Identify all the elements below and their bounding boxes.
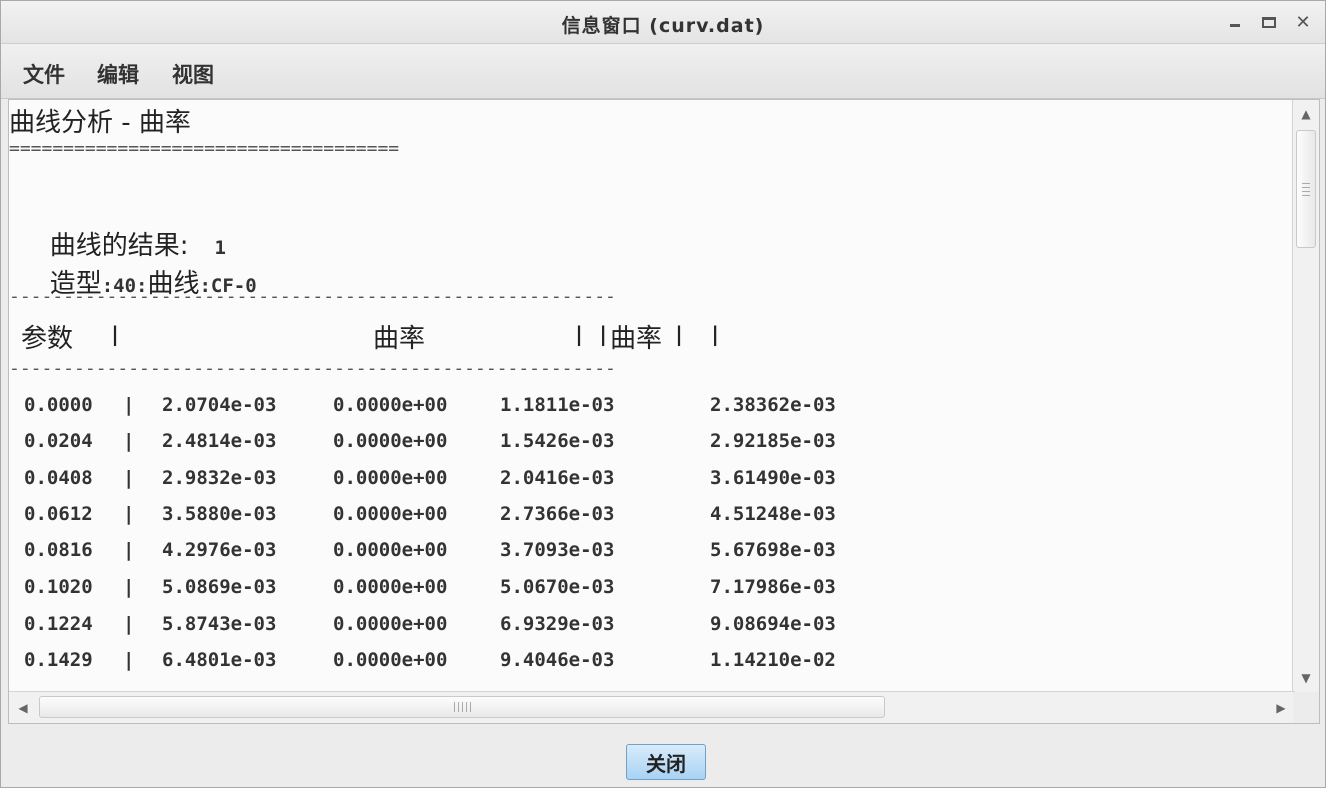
scroll-corner xyxy=(1293,692,1319,723)
cell-c1: 5.0869e-03 xyxy=(162,576,277,598)
cell-c1: 5.8743e-03 xyxy=(162,613,277,635)
maximize-button[interactable] xyxy=(1255,9,1283,35)
cell-c2: 0.0000e+00 xyxy=(333,430,448,452)
cell-c2: 0.0000e+00 xyxy=(333,394,448,416)
grip-line xyxy=(454,702,455,712)
feature-line: 造型:40:曲线:CF-0 xyxy=(9,244,257,319)
info-text-area[interactable]: 曲线分析 - 曲率 ==============================… xyxy=(8,99,1320,724)
cell-c4: 5.67698e-03 xyxy=(710,539,836,561)
info-window: 信息窗口 (curv.dat) ✕ 文件 编辑 视图 曲线分析 - 曲率 ===… xyxy=(0,0,1326,788)
close-window-button[interactable]: ✕ xyxy=(1289,9,1317,35)
cell-bar: | xyxy=(123,430,135,452)
scroll-right-button[interactable]: ▶ xyxy=(1267,692,1295,723)
cell-c2: 0.0000e+00 xyxy=(333,576,448,598)
report-heading: 曲线分析 - 曲率 xyxy=(9,108,191,138)
cell-c3: 1.5426e-03 xyxy=(500,430,615,452)
window-controls: ✕ xyxy=(1221,9,1317,35)
cell-param: 0.0204 xyxy=(24,430,93,452)
cell-c2: 0.0000e+00 xyxy=(333,467,448,489)
cell-c1: 4.2976e-03 xyxy=(162,539,277,561)
cell-param: 0.0612 xyxy=(24,503,93,525)
cell-c3: 5.0670e-03 xyxy=(500,576,615,598)
cell-c1: 3.5880e-03 xyxy=(162,503,277,525)
rule-bottom: ----------------------------------------… xyxy=(9,358,616,379)
grip-line xyxy=(1302,187,1310,188)
maximize-icon xyxy=(1262,16,1276,28)
vertical-scroll-thumb[interactable] xyxy=(1296,130,1316,248)
arrow-down-icon: ▼ xyxy=(1301,671,1311,685)
cell-c4: 4.51248e-03 xyxy=(710,503,836,525)
grip-line xyxy=(458,702,459,712)
cell-c1: 2.0704e-03 xyxy=(162,394,277,416)
cell-c3: 2.7366e-03 xyxy=(500,503,615,525)
scroll-down-button[interactable]: ▼ xyxy=(1293,664,1319,692)
cell-c3: 1.1811e-03 xyxy=(500,394,615,416)
grip-line xyxy=(466,702,467,712)
cell-c1: 2.9832e-03 xyxy=(162,467,277,489)
title-bar[interactable]: 信息窗口 (curv.dat) ✕ xyxy=(1,1,1325,44)
close-icon: ✕ xyxy=(1295,11,1311,33)
cell-c4: 2.92185e-03 xyxy=(710,430,836,452)
cell-param: 0.1224 xyxy=(24,613,93,635)
scroll-up-button[interactable]: ▲ xyxy=(1293,100,1319,128)
cell-bar: | xyxy=(123,576,135,598)
cell-bar: | xyxy=(123,467,135,489)
menu-file[interactable]: 文件 xyxy=(23,59,65,89)
cell-c1: 2.4814e-03 xyxy=(162,430,277,452)
horizontal-scrollbar[interactable]: ◀ ▶ xyxy=(9,691,1295,723)
grip-line xyxy=(470,702,471,712)
header-curvature: 曲率 xyxy=(373,324,426,354)
minimize-icon xyxy=(1230,23,1240,27)
grip-line xyxy=(462,702,463,712)
cell-param: 0.0816 xyxy=(24,539,93,561)
header-abs-curvature: 曲率 xyxy=(610,324,663,354)
cell-c4: 2.38362e-03 xyxy=(710,394,836,416)
cell-c3: 2.0416e-03 xyxy=(500,467,615,489)
window-title: 信息窗口 (curv.dat) xyxy=(561,15,765,37)
cell-c2: 0.0000e+00 xyxy=(333,649,448,671)
cell-c2: 0.0000e+00 xyxy=(333,503,448,525)
minimize-button[interactable] xyxy=(1221,9,1249,35)
menu-view[interactable]: 视图 xyxy=(172,59,214,89)
menu-edit[interactable]: 编辑 xyxy=(97,59,139,89)
cell-c1: 6.4801e-03 xyxy=(162,649,277,671)
menu-bar: 文件 编辑 视图 xyxy=(1,44,1325,99)
cell-c3: 3.7093e-03 xyxy=(500,539,615,561)
cell-c3: 6.9329e-03 xyxy=(500,613,615,635)
grip-line xyxy=(1302,191,1310,192)
header-param: 参数 xyxy=(21,324,74,354)
cell-c4: 1.14210e-02 xyxy=(710,649,836,671)
cell-param: 0.1429 xyxy=(24,649,93,671)
grip-line xyxy=(1302,183,1310,184)
cell-c4: 9.08694e-03 xyxy=(710,613,836,635)
header-bar2: | | xyxy=(573,322,610,346)
cell-c3: 9.4046e-03 xyxy=(500,649,615,671)
vertical-scrollbar[interactable]: ▲ ▼ xyxy=(1292,100,1319,692)
cell-param: 0.0000 xyxy=(24,394,93,416)
header-bar3: | | xyxy=(673,322,722,346)
cell-bar: | xyxy=(123,503,135,525)
grip-line xyxy=(1302,195,1310,196)
rule-top: ----------------------------------------… xyxy=(9,286,616,307)
close-button[interactable]: 关闭 xyxy=(626,744,706,780)
arrow-left-icon: ◀ xyxy=(18,700,28,715)
cell-bar: | xyxy=(123,613,135,635)
cell-c2: 0.0000e+00 xyxy=(333,613,448,635)
double-rule: ==================================== xyxy=(9,138,400,159)
cell-bar: | xyxy=(123,394,135,416)
cell-c4: 3.61490e-03 xyxy=(710,467,836,489)
report-content: 曲线分析 - 曲率 ==============================… xyxy=(9,100,1295,692)
scroll-left-button[interactable]: ◀ xyxy=(9,692,37,723)
horizontal-scroll-thumb[interactable] xyxy=(39,696,885,718)
cell-param: 0.1020 xyxy=(24,576,93,598)
cell-c2: 0.0000e+00 xyxy=(333,539,448,561)
cell-c4: 7.17986e-03 xyxy=(710,576,836,598)
cell-bar: | xyxy=(123,539,135,561)
cell-param: 0.0408 xyxy=(24,467,93,489)
cell-bar: | xyxy=(123,649,135,671)
arrow-right-icon: ▶ xyxy=(1276,700,1286,715)
header-bar1: | xyxy=(109,322,122,346)
arrow-up-icon: ▲ xyxy=(1301,107,1311,121)
